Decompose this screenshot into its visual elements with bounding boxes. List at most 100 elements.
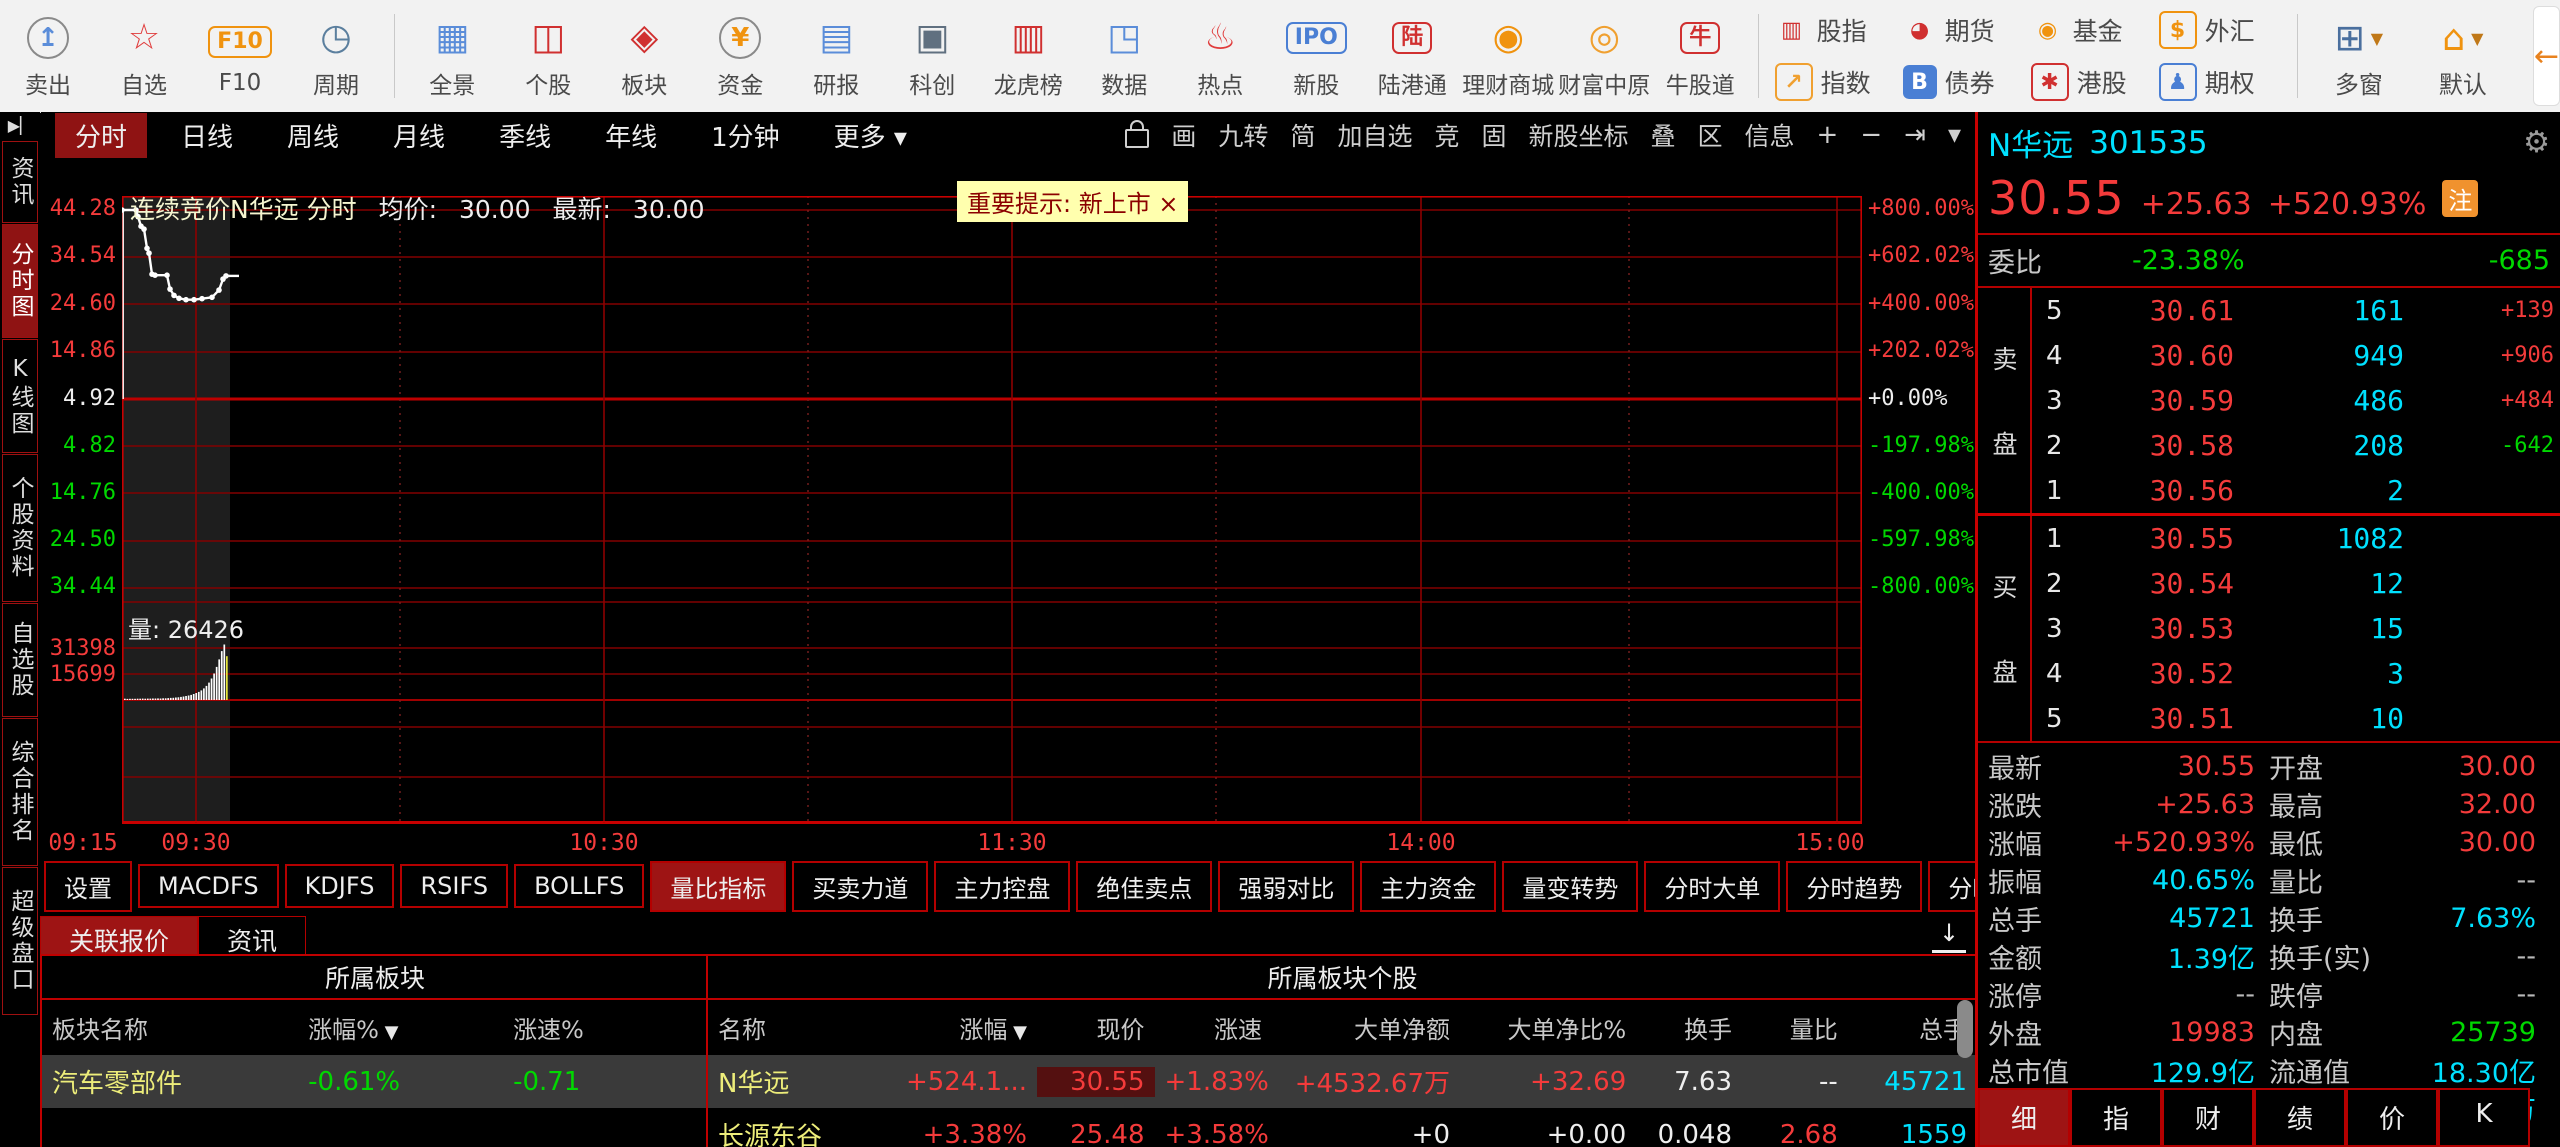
toolbar-mini-债券[interactable]: B债券 [1903, 64, 2031, 100]
column-header-板块名称[interactable]: 板块名称 [42, 1010, 298, 1045]
toolbar-item-卖出[interactable]: ↥卖出 [0, 4, 96, 108]
chart-tool-区[interactable]: 区 [1698, 117, 1723, 153]
sidebar-item-K线图[interactable]: K线图 [2, 339, 38, 453]
stock-row[interactable]: 长源东谷+3.38%25.48+3.58%+0+0.000.0482.68155… [708, 1108, 1977, 1147]
sidebar-item-综合排名[interactable]: 综合排名 [2, 718, 38, 866]
period-tab-日线[interactable]: 日线 [161, 113, 253, 158]
chart-tool-加自选[interactable]: 加自选 [1337, 117, 1412, 153]
column-header-涨幅[interactable]: 涨幅 ▼ [884, 1010, 1037, 1045]
toolbar-mini-外汇[interactable]: $外汇 [2159, 11, 2287, 49]
bid-row-1[interactable]: 130.551082 [2032, 516, 2560, 561]
indicator-tab-BOLLFS[interactable]: BOLLFS [514, 864, 644, 908]
indicator-tab-RSIFS[interactable]: RSIFS [400, 864, 508, 908]
toolbar-item-新股[interactable]: IPO新股 [1268, 4, 1364, 108]
new-listing-notice[interactable]: 重要提示: 新上市 × [957, 181, 1188, 222]
chart-tool-画[interactable]: 画 [1171, 117, 1196, 153]
toolbar-mini-期权[interactable]: ♟期权 [2159, 63, 2287, 101]
indicator-tab-绝佳卖点[interactable]: 绝佳卖点 [1076, 861, 1212, 912]
toolbar-collapse-button[interactable]: ← [2533, 6, 2560, 106]
indicator-tab-设置[interactable]: 设置 [44, 861, 132, 912]
skip-end-icon[interactable]: ⇥ [1904, 120, 1926, 150]
period-tab-更多[interactable]: 更多 ▾ [814, 113, 927, 158]
toolbar-item-周期[interactable]: ◷周期 [288, 4, 384, 108]
zoom-out-icon[interactable]: − [1860, 120, 1882, 150]
ask-row-3[interactable]: 330.59486+484 [2032, 378, 2560, 423]
chart-tool-叠[interactable]: 叠 [1651, 117, 1676, 153]
toolbar-mini-基金[interactable]: ◉基金 [2031, 12, 2159, 48]
notice-close-icon[interactable]: × [1158, 190, 1178, 218]
column-header-涨幅%[interactable]: 涨幅% ▼ [298, 1010, 503, 1045]
indicator-tab-买卖力道[interactable]: 买卖力道 [792, 861, 928, 912]
download-icon[interactable]: ↓ [1932, 920, 1966, 953]
toolbar-item-数据[interactable]: ◳数据 [1076, 4, 1172, 108]
ask-row-1[interactable]: 130.562 [2032, 468, 2560, 513]
toolbar-item-财富中原[interactable]: ◎财富中原 [1556, 4, 1652, 108]
toolbar-item-板块[interactable]: ◈板块 [596, 4, 692, 108]
sidebar-item-分时图[interactable]: 分时图 [2, 224, 38, 338]
toolbar-item-全景[interactable]: ▦全景 [404, 4, 500, 108]
period-tab-月线[interactable]: 月线 [373, 113, 465, 158]
indicator-tab-量变转势[interactable]: 量变转势 [1502, 861, 1638, 912]
quote-tab-K[interactable]: K [2438, 1088, 2530, 1147]
column-header-涨速[interactable]: 涨速 [1155, 1010, 1273, 1045]
sector-row[interactable]: 汽车零部件-0.61%-0.71 [42, 1055, 708, 1108]
quote-tab-绩[interactable]: 绩 [2254, 1088, 2346, 1147]
column-header-现价[interactable]: 现价 [1037, 1010, 1155, 1045]
bid-row-3[interactable]: 330.5315 [2032, 606, 2560, 651]
column-header-涨速%[interactable]: 涨速% [503, 1010, 708, 1045]
period-tab-年线[interactable]: 年线 [585, 113, 677, 158]
chart-tool-固[interactable]: 固 [1481, 117, 1506, 153]
indicator-tab-量比指标[interactable]: 量比指标 [650, 861, 786, 912]
ask-row-2[interactable]: 230.58208-642 [2032, 423, 2560, 468]
column-header-换手[interactable]: 换手 [1636, 1010, 1742, 1045]
quote-tab-财[interactable]: 财 [2162, 1088, 2254, 1147]
chart-tool-九转[interactable]: 九转 [1218, 117, 1268, 153]
toolbar-mini-指数[interactable]: ↗指数 [1775, 63, 1903, 101]
toolbar-mini-期货[interactable]: ◕期货 [1903, 12, 2031, 48]
sidebar-item-自选股[interactable]: 自选股 [2, 603, 38, 717]
multi-window-button[interactable]: ⊞▼多窗 [2307, 13, 2411, 100]
period-tab-分时[interactable]: 分时 [55, 113, 147, 158]
gear-icon[interactable]: ⚙ [2523, 125, 2550, 160]
chart-tool-简[interactable]: 简 [1290, 117, 1315, 153]
period-tab-季线[interactable]: 季线 [479, 113, 571, 158]
toolbar-item-龙虎榜[interactable]: ▥龙虎榜 [980, 4, 1076, 108]
toolbar-item-理财商城[interactable]: ◉理财商城 [1460, 4, 1556, 108]
period-tab-周线[interactable]: 周线 [267, 113, 359, 158]
column-header-名称[interactable]: 名称 [708, 1010, 884, 1045]
zoom-in-icon[interactable]: + [1817, 120, 1839, 150]
sidebar-item-个股资料[interactable]: 个股资料 [2, 454, 38, 602]
toolbar-mini-港股[interactable]: ✱港股 [2031, 63, 2159, 101]
quote-tab-价[interactable]: 价 [2346, 1088, 2438, 1147]
quote-tab-细[interactable]: 细 [1978, 1088, 2070, 1147]
toolbar-item-自选[interactable]: ☆自选 [96, 4, 192, 108]
column-header-量比[interactable]: 量比 [1742, 1010, 1848, 1045]
bid-row-4[interactable]: 430.523 [2032, 651, 2560, 696]
indicator-tab-主力控盘[interactable]: 主力控盘 [934, 861, 1070, 912]
indicator-tab-KDJFS[interactable]: KDJFS [285, 864, 395, 908]
note-badge[interactable]: 注 [2442, 180, 2478, 217]
toolbar-item-资金[interactable]: ¥资金 [692, 4, 788, 108]
period-tab-1分钟[interactable]: 1分钟 [691, 113, 800, 158]
default-layout-button[interactable]: ⌂▼默认 [2411, 13, 2515, 100]
sidebar-expand-icon[interactable]: ▶▏ [0, 112, 40, 140]
indicator-tab-分时大单[interactable]: 分时大单 [1644, 861, 1780, 912]
lock-icon[interactable] [1125, 121, 1149, 150]
intraday-chart-area[interactable] [41, 158, 1975, 856]
indicator-tab-主力资金[interactable]: 主力资金 [1360, 861, 1496, 912]
chart-tool-新股坐标[interactable]: 新股坐标 [1528, 117, 1628, 153]
toolbar-item-牛股道[interactable]: 牛牛股道 [1652, 4, 1748, 108]
indicator-tab-强弱对比[interactable]: 强弱对比 [1218, 861, 1354, 912]
chevron-down-icon[interactable]: ▾ [1948, 120, 1961, 150]
toolbar-mini-股指[interactable]: ▥股指 [1775, 12, 1903, 48]
ask-row-5[interactable]: 530.61161+139 [2032, 288, 2560, 333]
chart-tool-信息[interactable]: 信息 [1745, 117, 1795, 153]
indicator-tab-MACDFS[interactable]: MACDFS [138, 864, 279, 908]
sidebar-item-资讯[interactable]: 资讯 [2, 141, 38, 223]
chart-tool-竞[interactable]: 竞 [1434, 117, 1459, 153]
toolbar-item-F10[interactable]: F10F10 [192, 4, 288, 108]
toolbar-item-陆港通[interactable]: 陆陆港通 [1364, 4, 1460, 108]
sidebar-item-超级盘口[interactable]: 超级盘口 [2, 867, 38, 1015]
quote-tab-指[interactable]: 指 [2070, 1088, 2162, 1147]
table-scrollbar-thumb[interactable] [1957, 1000, 1973, 1058]
